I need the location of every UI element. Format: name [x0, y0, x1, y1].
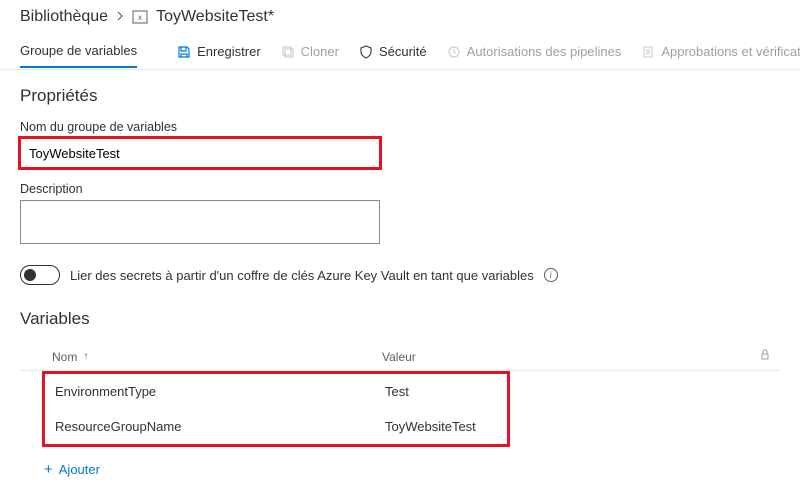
add-variable-button[interactable]: + Ajouter — [20, 447, 780, 478]
properties-section: Propriétés Nom du groupe de variables De… — [0, 70, 800, 285]
svg-text:x: x — [138, 13, 142, 22]
info-icon[interactable]: i — [544, 268, 558, 282]
keyvault-toggle-label: Lier des secrets à partir d'un coffre de… — [70, 268, 534, 283]
keyvault-toggle[interactable] — [20, 265, 60, 285]
table-row[interactable]: EnvironmentType Test — [45, 374, 507, 409]
tab-variable-group[interactable]: Groupe de variables — [20, 35, 137, 68]
approvals-label: Approbations et vérifications — [661, 44, 800, 59]
var-value-cell[interactable]: ToyWebsiteTest — [385, 419, 507, 434]
sort-ascending-icon: ↑ — [83, 351, 88, 362]
description-label: Description — [20, 182, 780, 196]
var-value-cell[interactable]: Test — [385, 384, 507, 399]
description-input[interactable] — [20, 200, 380, 244]
breadcrumb-current: ToyWebsiteTest* — [156, 8, 274, 26]
variables-section: Variables Nom ↑ Valeur EnvironmentType T… — [0, 285, 800, 478]
save-icon — [177, 45, 191, 59]
save-button[interactable]: Enregistrer — [177, 44, 261, 59]
add-label: Ajouter — [59, 462, 100, 477]
variables-highlight: EnvironmentType Test ResourceGroupName T… — [42, 371, 510, 447]
chevron-right-icon — [116, 10, 124, 24]
security-label: Sécurité — [379, 44, 427, 59]
approvals-button: Approbations et vérifications — [641, 44, 800, 59]
var-name-cell[interactable]: ResourceGroupName — [55, 419, 385, 434]
breadcrumb: Bibliothèque x ToyWebsiteTest* — [0, 0, 800, 30]
name-label: Nom du groupe de variables — [20, 120, 780, 134]
variable-group-icon: x — [132, 9, 148, 25]
lock-icon — [759, 349, 771, 361]
clone-icon — [281, 45, 295, 59]
variables-table-header: Nom ↑ Valeur — [20, 343, 780, 371]
pipeline-auth-button: Autorisations des pipelines — [447, 44, 622, 59]
properties-heading: Propriétés — [20, 86, 780, 106]
save-label: Enregistrer — [197, 44, 261, 59]
pipeline-auth-label: Autorisations des pipelines — [467, 44, 622, 59]
var-name-cell[interactable]: EnvironmentType — [55, 384, 385, 399]
col-value-header[interactable]: Valeur — [382, 350, 750, 364]
security-button[interactable]: Sécurité — [359, 44, 427, 59]
table-row[interactable]: ResourceGroupName ToyWebsiteTest — [45, 409, 507, 444]
toolbar: Groupe de variables Enregistrer Cloner S… — [0, 30, 800, 70]
clone-button: Cloner — [281, 44, 339, 59]
pipeline-icon — [447, 45, 461, 59]
clone-label: Cloner — [301, 44, 339, 59]
variables-heading: Variables — [20, 309, 780, 329]
breadcrumb-library[interactable]: Bibliothèque — [20, 8, 108, 26]
shield-icon — [359, 45, 373, 59]
col-lock-header — [750, 349, 780, 364]
approvals-icon — [641, 45, 655, 59]
plus-icon: + — [44, 461, 53, 478]
col-name-header[interactable]: Nom — [52, 350, 77, 364]
group-name-input[interactable] — [20, 138, 380, 168]
